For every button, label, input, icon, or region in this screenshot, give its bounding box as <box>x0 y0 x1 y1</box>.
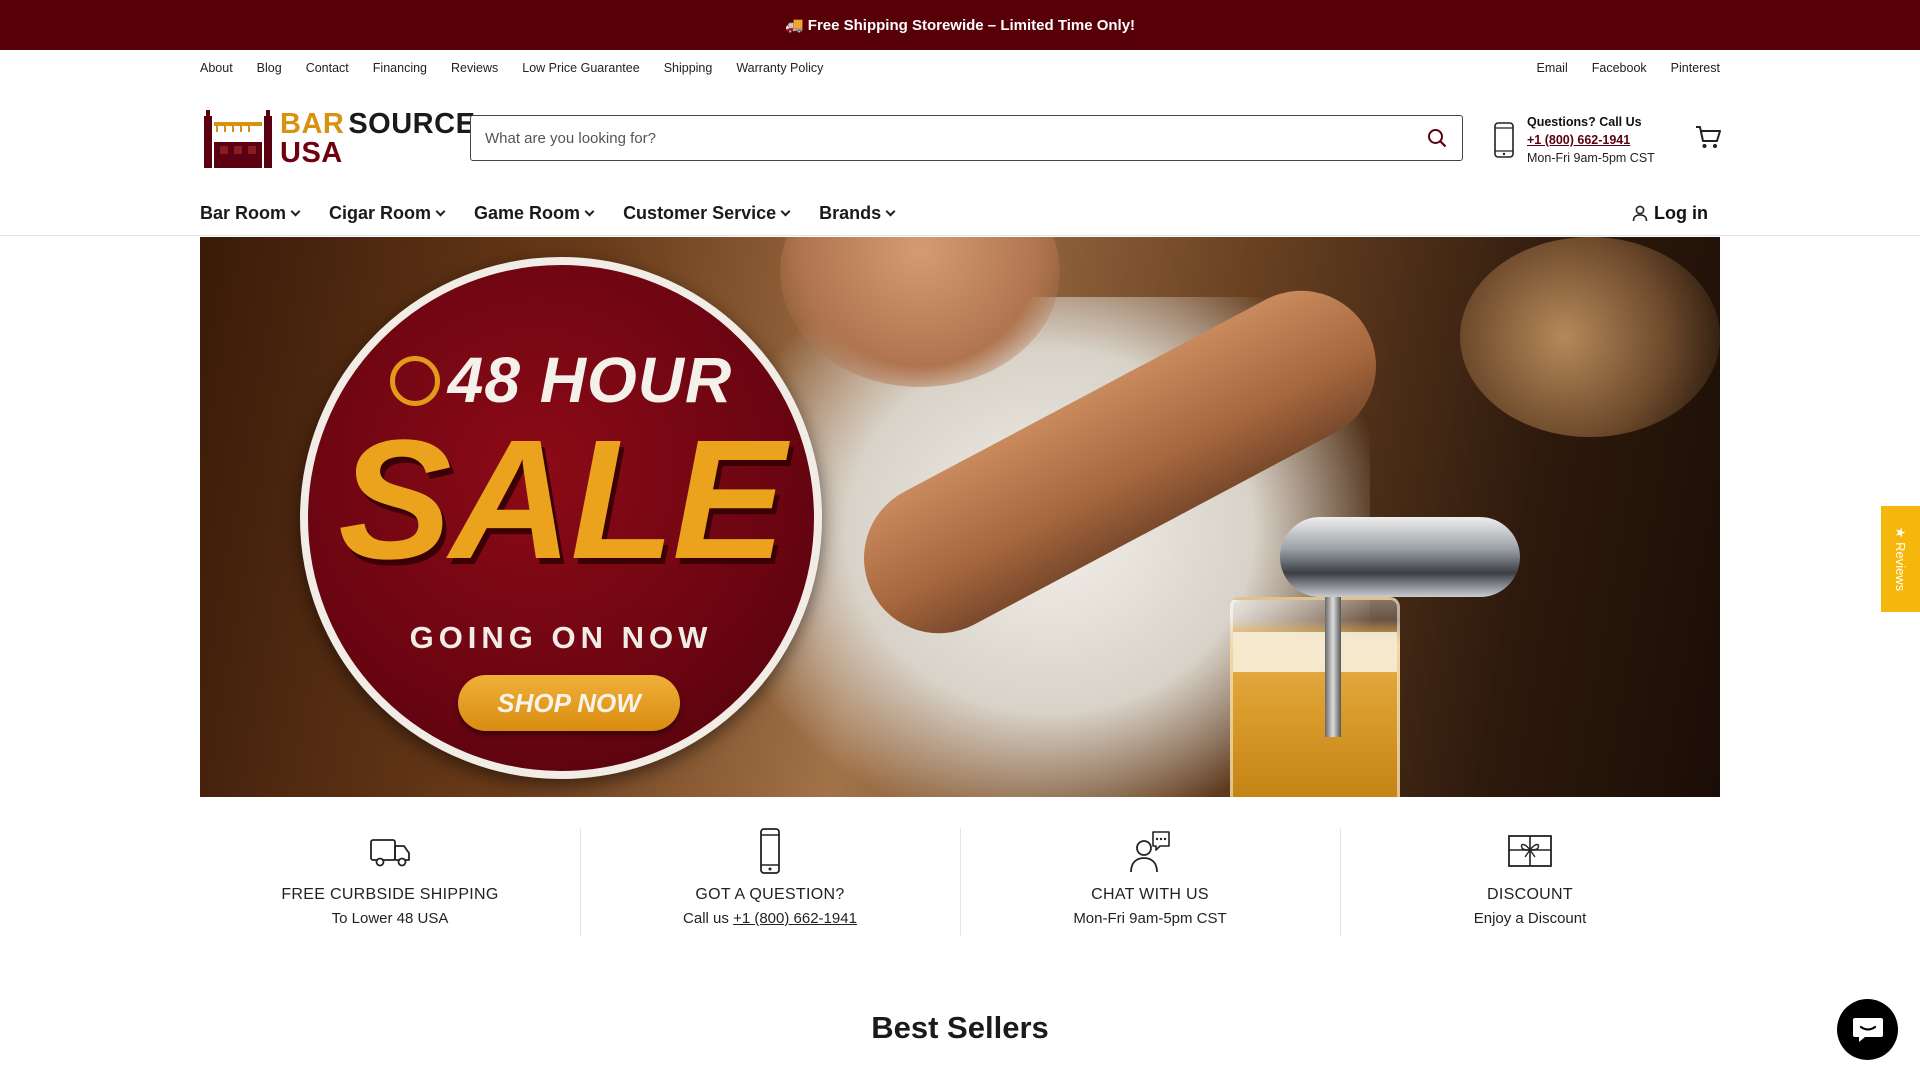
util-link-shipping[interactable]: Shipping <box>664 61 713 75</box>
cart-icon <box>1696 126 1721 148</box>
main-nav-list: Bar Room Cigar Room Game Room Customer S… <box>200 190 896 236</box>
main-nav: Bar Room Cigar Room Game Room Customer S… <box>0 190 1920 236</box>
util-link-low-price-guarantee[interactable]: Low Price Guarantee <box>522 61 639 75</box>
site-logo[interactable]: BAR SOURCE USA <box>200 108 475 170</box>
reviews-tab-label: ★ Reviews <box>1893 526 1909 592</box>
feature-discount: DISCOUNT Enjoy a Discount <box>1340 828 1720 938</box>
sale-text: SALE <box>338 405 785 595</box>
contact-phone-link[interactable]: +1 (800) 662-1941 <box>1527 131 1655 149</box>
logo-bar-text: BAR <box>280 108 345 140</box>
sale-subtext: GOING ON NOW <box>409 620 713 655</box>
util-link-about[interactable]: About <box>200 61 233 75</box>
site-header: BARSOURCE USA Questions? Call Us +1 (800… <box>0 86 1920 190</box>
utility-nav-left: About Blog Contact Financing Reviews Low… <box>200 50 823 86</box>
nav-item-label: Customer Service <box>623 202 777 223</box>
util-link-contact[interactable]: Contact <box>306 61 349 75</box>
contact-text: Questions? Call Us +1 (800) 662-1941 Mon… <box>1527 113 1655 167</box>
nav-item-label: Game Room <box>474 202 581 223</box>
feature-title: CHAT WITH US <box>1091 886 1209 903</box>
utility-nav: About Blog Contact Financing Reviews Low… <box>0 50 1920 86</box>
contact-hours: Mon-Fri 9am-5pm CST <box>1527 151 1655 165</box>
nav-item-label: Bar Room <box>200 202 287 223</box>
chat-widget-button[interactable] <box>1837 999 1898 1060</box>
nav-item-label: Brands <box>819 202 882 223</box>
mobile-phone-icon <box>1494 122 1514 158</box>
nav-item-game-room[interactable]: Game Room <box>474 202 595 224</box>
chevron-down-icon <box>885 206 896 216</box>
utility-nav-right: Email Facebook Pinterest <box>1536 50 1720 86</box>
chevron-down-icon <box>435 206 446 216</box>
feature-phone-link[interactable]: +1 (800) 662-1941 <box>733 910 857 927</box>
util-link-financing[interactable]: Financing <box>373 61 427 75</box>
hero-photo-beer-tap <box>1280 517 1520 597</box>
feature-subtitle-prefix: Call us <box>683 910 734 927</box>
gift-icon <box>1508 835 1552 867</box>
nav-item-customer-service[interactable]: Customer Service <box>623 202 791 224</box>
search-input[interactable] <box>471 116 1412 160</box>
chevron-down-icon <box>584 206 595 216</box>
feature-chat: CHAT WITH US Mon-Fri 9am-5pm CST <box>960 828 1340 938</box>
chevron-down-icon <box>780 206 791 216</box>
feature-title: FREE CURBSIDE SHIPPING <box>281 886 499 903</box>
hourglass-icon <box>389 356 440 406</box>
hero-photo-beer-foam <box>1233 632 1397 672</box>
feature-question: GOT A QUESTION? Call us +1 (800) 662-194… <box>580 828 960 938</box>
chevron-down-icon <box>290 206 301 216</box>
feature-title: DISCOUNT <box>1487 886 1573 903</box>
best-sellers-heading: Best Sellers <box>871 1010 1049 1045</box>
chat-bubble-icon <box>1852 1017 1883 1042</box>
feature-title: GOT A QUESTION? <box>695 886 845 903</box>
feature-subtitle: To Lower 48 USA <box>331 910 449 927</box>
util-link-email[interactable]: Email <box>1536 61 1567 75</box>
logo-usa-text: USA <box>280 137 343 169</box>
nav-item-brands[interactable]: Brands <box>819 202 896 224</box>
user-icon <box>1632 205 1648 221</box>
cart-button[interactable] <box>1693 122 1723 152</box>
announcement-bar: 🚚 Free Shipping Storewide – Limited Time… <box>0 0 1920 50</box>
hero-photo-tap-background <box>1460 237 1720 437</box>
feature-shipping: FREE CURBSIDE SHIPPING To Lower 48 USA <box>200 828 580 938</box>
truck-icon <box>370 839 410 867</box>
contact-block: Questions? Call Us +1 (800) 662-1941 Mon… <box>1493 110 1683 170</box>
feature-subtitle: Call us +1 (800) 662-1941 <box>580 910 960 927</box>
bar-logo-icon <box>204 110 272 168</box>
search-bar <box>470 115 1463 161</box>
shop-now-button[interactable]: SHOP NOW <box>458 675 680 731</box>
login-label: Log in <box>1654 202 1708 223</box>
logo-source-text: SOURCE <box>348 108 476 140</box>
nav-item-bar-room[interactable]: Bar Room <box>200 202 301 224</box>
login-link[interactable]: Log in <box>1632 190 1708 236</box>
nav-item-cigar-room[interactable]: Cigar Room <box>329 202 446 224</box>
search-icon <box>1428 129 1447 148</box>
contact-title: Questions? Call Us <box>1527 115 1642 129</box>
announcement-text: 🚚 Free Shipping Storewide – Limited Time… <box>784 17 1136 34</box>
util-link-facebook[interactable]: Facebook <box>1592 61 1647 75</box>
feature-subtitle: Mon-Fri 9am-5pm CST <box>1073 910 1227 927</box>
feature-subtitle: Enjoy a Discount <box>1473 910 1587 927</box>
nav-item-label: Cigar Room <box>329 202 432 223</box>
feature-row: FREE CURBSIDE SHIPPING To Lower 48 USA G… <box>200 828 1720 938</box>
util-link-warranty-policy[interactable]: Warranty Policy <box>736 61 823 75</box>
phone-icon <box>760 828 780 874</box>
sale-badge: 48 HOUR SALE GOING ON NOW SHOP NOW <box>300 257 822 779</box>
hero-photo-beer-glass <box>1230 597 1400 797</box>
util-link-reviews[interactable]: Reviews <box>451 61 498 75</box>
chat-person-icon <box>1130 831 1170 873</box>
util-link-blog[interactable]: Blog <box>257 61 282 75</box>
logo-wordmark: BAR SOURCE USA <box>280 110 475 168</box>
hero-banner[interactable]: 48 HOUR SALE GOING ON NOW SHOP NOW <box>200 237 1720 797</box>
search-button[interactable] <box>1412 116 1462 160</box>
util-link-pinterest[interactable]: Pinterest <box>1671 61 1720 75</box>
reviews-side-tab[interactable]: ★ Reviews <box>1881 506 1920 612</box>
